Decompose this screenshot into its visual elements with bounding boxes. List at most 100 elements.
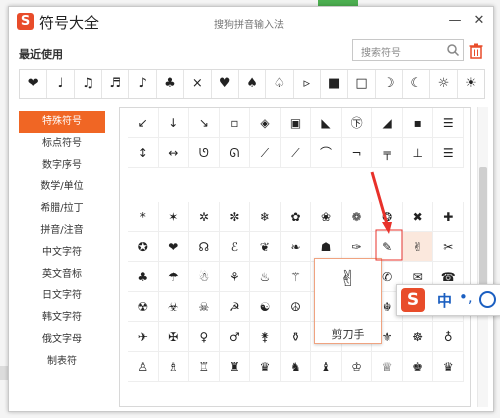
symbol-cell[interactable]: ♂: [219, 322, 251, 352]
symbol-cell[interactable]: ⚵: [250, 322, 281, 352]
symbol-cell[interactable]: ▫: [219, 108, 251, 138]
symbol-cell[interactable]: ⚚: [280, 262, 312, 292]
symbol-cell[interactable]: ☂: [158, 262, 190, 292]
symbol-cell[interactable]: *: [128, 202, 159, 232]
symbol-cell[interactable]: ❦: [250, 232, 281, 262]
symbol-cell[interactable]: ✿: [280, 202, 312, 232]
symbol-cell[interactable]: ╤: [372, 138, 403, 168]
symbol-cell[interactable]: ↓: [158, 108, 190, 138]
symbol-cell[interactable]: ☊: [189, 232, 220, 262]
title-bar[interactable]: S 符号大全 搜狗拼音输入法 — ✕: [9, 7, 493, 37]
recent-symbol[interactable]: ■: [321, 70, 349, 98]
sidebar-item[interactable]: 希腊/拉丁: [19, 198, 105, 220]
symbol-cell[interactable]: ¬: [341, 138, 373, 168]
recent-symbol[interactable]: ♥: [212, 70, 239, 98]
symbol-cell[interactable]: ☠: [189, 292, 220, 322]
symbol-cell[interactable]: ♖: [189, 352, 220, 382]
recent-symbol[interactable]: ♣: [157, 70, 185, 98]
symbol-cell[interactable]: ♜: [219, 352, 251, 382]
ime-status-bar[interactable]: S 中 •,: [396, 284, 500, 316]
ime-language-toggle[interactable]: 中: [437, 290, 452, 311]
symbol-cell[interactable]: ♛: [250, 352, 281, 382]
symbol-cell[interactable]: ♙: [128, 352, 159, 382]
recent-symbol[interactable]: ☽: [376, 70, 404, 98]
symbol-cell[interactable]: ✼: [219, 202, 251, 232]
ime-punctuation-toggle[interactable]: •,: [459, 288, 473, 306]
recent-symbol[interactable]: ♩: [47, 70, 75, 98]
symbol-cell[interactable]: ✌: [402, 232, 434, 262]
search-input[interactable]: 搜索符号: [352, 39, 464, 61]
symbol-cell[interactable]: ㊦: [341, 108, 373, 138]
symbol-cell[interactable]: ⚱: [280, 322, 312, 352]
symbol-cell[interactable]: ☸: [402, 322, 434, 352]
symbol-cell[interactable]: ❤: [158, 232, 190, 262]
symbol-cell[interactable]: ▪: [402, 108, 434, 138]
recent-symbol[interactable]: ♪: [129, 70, 157, 98]
symbol-cell[interactable]: ✪: [128, 232, 159, 262]
symbol-cell[interactable]: ♕: [372, 352, 403, 382]
symbol-cell[interactable]: ◢: [372, 108, 403, 138]
symbol-cell[interactable]: ❂: [372, 202, 403, 232]
symbol-cell[interactable]: ⚘: [219, 262, 251, 292]
recent-symbol[interactable]: ♫: [75, 70, 103, 98]
symbol-cell[interactable]: ↔: [158, 138, 190, 168]
recent-symbol[interactable]: ×: [184, 70, 212, 98]
emoji-icon[interactable]: [479, 291, 496, 308]
sidebar-item[interactable]: 英文音标: [19, 264, 105, 286]
symbol-cell[interactable]: ❄: [250, 202, 281, 232]
recent-symbol[interactable]: ▹: [294, 70, 321, 98]
symbol-cell[interactable]: ♀: [189, 322, 220, 352]
symbol-cell[interactable]: ᘏ: [219, 138, 251, 168]
symbol-cell[interactable]: ◈: [250, 108, 281, 138]
symbol-cell[interactable]: ☭: [219, 292, 251, 322]
symbol-cell[interactable]: ♨: [250, 262, 281, 292]
scrollbar-thumb[interactable]: [479, 167, 487, 287]
recent-symbol[interactable]: □: [348, 70, 376, 98]
symbol-cell[interactable]: ✲: [189, 202, 220, 232]
symbol-cell[interactable]: ✠: [158, 322, 190, 352]
symbol-cell[interactable]: ♞: [280, 352, 312, 382]
symbol-cell[interactable]: ♗: [158, 352, 190, 382]
sidebar-item[interactable]: 中文字符: [19, 242, 105, 264]
close-button[interactable]: ✕: [469, 11, 489, 31]
symbol-cell[interactable]: ↕: [128, 138, 159, 168]
sidebar-item[interactable]: 特殊符号: [19, 111, 105, 133]
recent-symbol[interactable]: ♠: [239, 70, 267, 98]
sidebar-item[interactable]: 制表符: [19, 351, 105, 373]
symbol-cell[interactable]: ♔: [341, 352, 373, 382]
symbol-cell[interactable]: ⌒: [311, 138, 342, 168]
symbol-cell[interactable]: ⟋: [280, 138, 312, 168]
ime-logo-icon[interactable]: S: [401, 288, 425, 312]
symbol-cell[interactable]: ↘: [189, 108, 220, 138]
search-icon[interactable]: [446, 43, 460, 57]
sidebar-item[interactable]: 标点符号: [19, 133, 105, 155]
symbol-cell[interactable]: ☣: [158, 292, 190, 322]
symbol-cell[interactable]: ▣: [280, 108, 312, 138]
symbol-cell[interactable]: ♛: [433, 352, 464, 382]
symbol-cell[interactable]: ✈: [128, 322, 159, 352]
symbol-cell[interactable]: ♝: [311, 352, 342, 382]
symbol-cell[interactable]: ☰: [433, 108, 464, 138]
symbol-cell[interactable]: ✶: [158, 202, 190, 232]
recent-symbol[interactable]: ☼: [430, 70, 458, 98]
symbol-cell[interactable]: ❁: [341, 202, 373, 232]
recent-symbol[interactable]: ☀: [458, 70, 484, 98]
sidebar-item[interactable]: 韩文字符: [19, 307, 105, 329]
symbol-cell[interactable]: ✖: [402, 202, 434, 232]
symbol-cell[interactable]: ♣: [128, 262, 159, 292]
scrollbar[interactable]: [477, 107, 488, 407]
symbol-cell[interactable]: ℰ: [219, 232, 251, 262]
sidebar-item[interactable]: 数字序号: [19, 155, 105, 177]
recent-symbol[interactable]: ♤: [266, 70, 294, 98]
symbol-cell[interactable]: ᘎ: [189, 138, 220, 168]
trash-icon[interactable]: [469, 43, 483, 59]
sidebar-item[interactable]: 日文字符: [19, 285, 105, 307]
symbol-cell[interactable]: ☮: [280, 292, 312, 322]
symbol-cell[interactable]: ☢: [128, 292, 159, 322]
symbol-cell[interactable]: ♁: [433, 322, 464, 352]
recent-symbol[interactable]: ♬: [102, 70, 130, 98]
symbol-cell[interactable]: ◣: [311, 108, 342, 138]
recent-symbol[interactable]: ❤: [20, 70, 48, 98]
symbol-cell[interactable]: ⊥: [402, 138, 434, 168]
symbol-cell[interactable]: ↙: [128, 108, 159, 138]
